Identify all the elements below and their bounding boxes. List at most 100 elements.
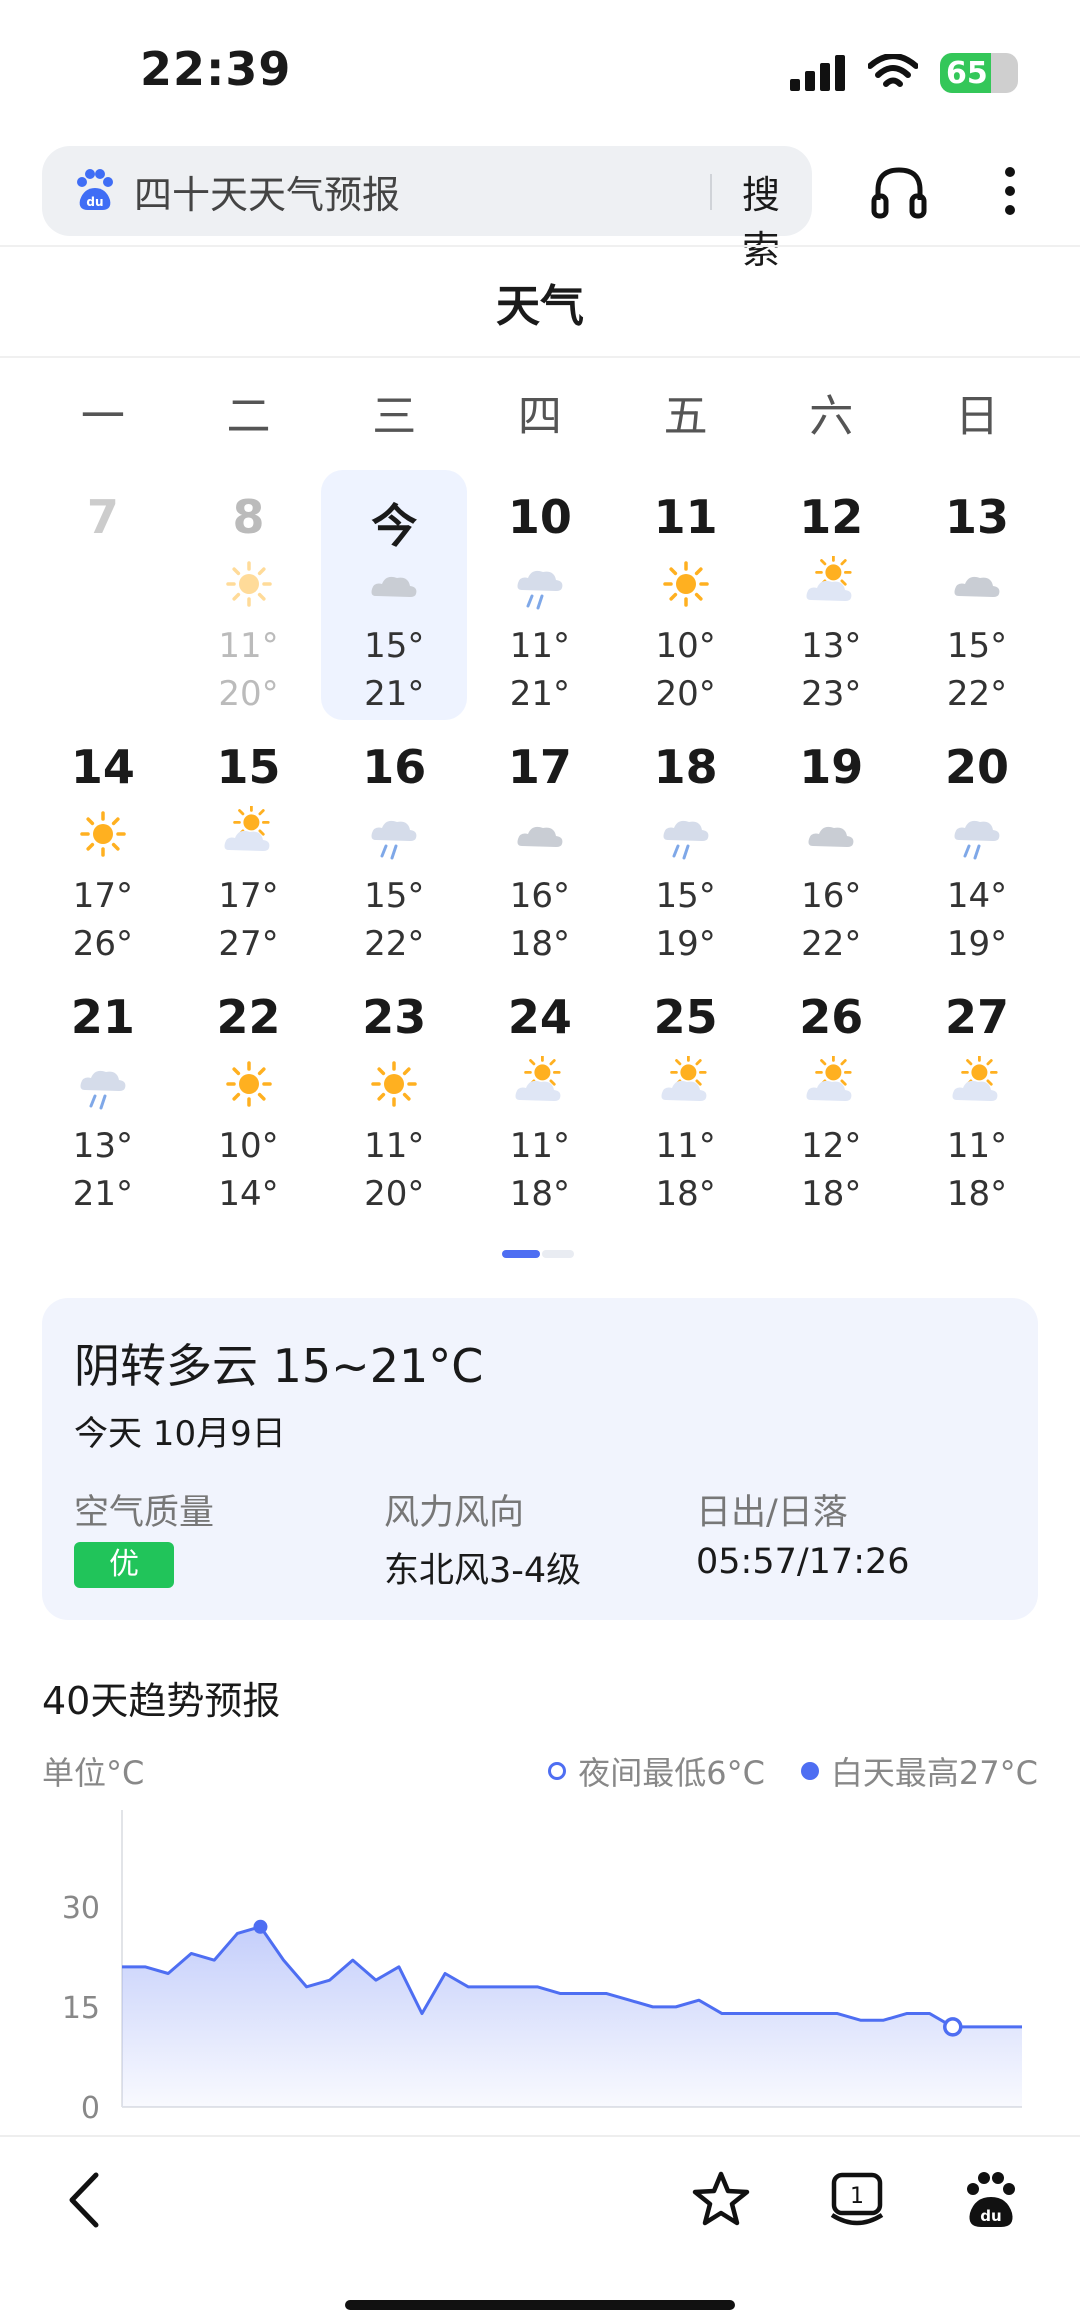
- search-button[interactable]: 搜索: [742, 164, 812, 274]
- search-input[interactable]: [134, 146, 694, 236]
- svg-text:du: du: [980, 2207, 1001, 2225]
- day-number: 8: [232, 490, 265, 544]
- wind-value: 东北风3-4级: [384, 1551, 582, 1591]
- rain-weather-icon: [663, 820, 708, 860]
- baidu-home-icon[interactable]: du: [960, 2169, 1022, 2231]
- calendar-grid: 7 8 11° 20° 今 15° 21° 10 11° 21° 11 10° 20° 12 13° 23° 1…: [30, 470, 1050, 1220]
- day-high-temp: 18°: [801, 1174, 862, 1214]
- page-dot: [542, 1250, 574, 1258]
- calendar-day[interactable]: 24 11° 18°: [467, 970, 613, 1220]
- day-high-temp: 20°: [218, 674, 279, 714]
- calendar-day[interactable]: 26 12° 18°: [758, 970, 904, 1220]
- rain-weather-icon: [371, 820, 417, 860]
- wind-label: 风力风向: [384, 1493, 525, 1533]
- unit-label: 单位°C: [42, 1754, 145, 1792]
- cloud-weather-icon: [517, 826, 563, 847]
- day-number: 14: [70, 740, 135, 794]
- search-box[interactable]: du 搜索: [42, 146, 812, 272]
- today-weather-card: 阴转多云 15~21°C 今天 10月9日 空气质量 优 风力风向 东北风3-4…: [42, 1298, 1038, 1620]
- chart-legend: 夜间最低6°C 白天最高27°C: [548, 1748, 1038, 1794]
- day-high-temp: 23°: [801, 674, 862, 714]
- today-summary: 阴转多云 15~21°C: [74, 1339, 484, 1393]
- day-number: 23: [362, 990, 427, 1044]
- calendar-day[interactable]: 12 13° 23°: [758, 470, 904, 720]
- calendar-day[interactable]: 15 17° 27°: [176, 720, 322, 970]
- day-high-temp: 21°: [364, 674, 425, 714]
- partly-weather-icon: [515, 1056, 561, 1101]
- signal-icon: [790, 55, 845, 91]
- day-low-temp: 15°: [946, 626, 1008, 666]
- calendar-day[interactable]: 27 11° 18°: [904, 970, 1050, 1220]
- headphone-icon[interactable]: [870, 162, 928, 220]
- day-number: 22: [216, 990, 281, 1044]
- aqi-badge: 优: [74, 1542, 174, 1588]
- day-low-temp: 15°: [655, 876, 716, 916]
- y-tick-label: 15: [62, 1991, 100, 2026]
- calendar-day[interactable]: 10 11° 21°: [467, 470, 613, 720]
- calendar-day[interactable]: 8 11° 20°: [176, 470, 322, 720]
- day-low-temp: 11°: [655, 1126, 716, 1166]
- today-date: 今天 10月9日: [74, 1414, 286, 1454]
- baidu-paw-icon: du: [77, 169, 113, 210]
- svg-text:1: 1: [850, 2184, 864, 2209]
- day-number: 18: [653, 740, 718, 794]
- calendar-day[interactable]: 19 16° 22°: [758, 720, 904, 970]
- partly-weather-icon: [806, 1056, 852, 1101]
- day-high-temp: 26°: [72, 924, 133, 964]
- star-icon[interactable]: [690, 2169, 752, 2231]
- calendar-day[interactable]: 14 17° 26°: [30, 720, 176, 970]
- day-number: 17: [507, 740, 572, 794]
- legend-high-label: 白天最高27°C: [830, 1754, 1038, 1792]
- calendar-day[interactable]: 今 15° 21°: [321, 470, 468, 720]
- day-number: 20: [944, 740, 1009, 794]
- calendar-day[interactable]: 21 13° 21°: [30, 970, 176, 1220]
- home-indicator: [345, 2300, 735, 2310]
- sun-weather-icon: [371, 1061, 417, 1107]
- header-divider: [0, 245, 1080, 247]
- y-tick-label: 30: [62, 1891, 100, 1926]
- search-divider: [710, 174, 712, 210]
- day-low-temp: 13°: [72, 1126, 133, 1166]
- calendar-day[interactable]: 16 15° 22°: [321, 720, 467, 970]
- day-low-temp: 12°: [801, 1126, 862, 1166]
- day-high-temp: 22°: [946, 674, 1008, 714]
- day-number: 12: [799, 490, 864, 544]
- day-high-temp: 18°: [946, 1174, 1008, 1214]
- calendar-day[interactable]: 23 11° 20°: [321, 970, 467, 1220]
- calendar-day[interactable]: 7: [30, 470, 176, 720]
- day-number: 26: [799, 990, 864, 1044]
- day-number: 25: [653, 990, 718, 1044]
- back-arrow-icon[interactable]: [56, 2169, 118, 2231]
- calendar-day[interactable]: 13 15° 22°: [904, 470, 1050, 720]
- trend-chart: 0 15 30: [62, 1810, 1022, 2126]
- wifi-icon: [868, 54, 918, 87]
- cloud-weather-icon: [954, 576, 1000, 597]
- weekday-header: 一 二 三 四 五 六 日: [30, 380, 1050, 444]
- day-number: 27: [944, 990, 1009, 1044]
- svg-text:du: du: [86, 195, 103, 209]
- status-indicators: 65: [790, 50, 1018, 96]
- calendar-day[interactable]: 11 10° 20°: [613, 470, 759, 720]
- bottom-nav: 1 du: [0, 2135, 1080, 2311]
- calendar-day[interactable]: 25 11° 18°: [613, 970, 759, 1220]
- search-header: du 搜索: [0, 140, 1080, 272]
- partly-weather-icon: [806, 556, 852, 601]
- day-high-temp: 18°: [655, 1174, 716, 1214]
- day-low-temp: 15°: [364, 876, 425, 916]
- day-high-temp: 19°: [655, 924, 716, 964]
- status-time: 22:39: [140, 42, 292, 96]
- calendar-day[interactable]: 17 16° 18°: [467, 720, 613, 970]
- day-low-temp: 11°: [946, 1126, 1008, 1166]
- high-point-marker: [253, 1919, 268, 1934]
- aqi-label: 空气质量: [74, 1493, 215, 1533]
- more-options-icon[interactable]: [990, 162, 1030, 220]
- day-low-temp: 11°: [509, 1126, 571, 1166]
- calendar-day[interactable]: 20 14° 19°: [904, 720, 1050, 970]
- tabs-icon[interactable]: 1: [826, 2169, 888, 2231]
- calendar-day[interactable]: 22 10° 14°: [176, 970, 322, 1220]
- weekday-label: 四: [517, 391, 562, 442]
- y-tick-label: 0: [81, 2091, 100, 2126]
- calendar-day[interactable]: 18 15° 19°: [613, 720, 759, 970]
- day-high-temp: 20°: [655, 674, 716, 714]
- day-low-temp: 17°: [72, 876, 133, 916]
